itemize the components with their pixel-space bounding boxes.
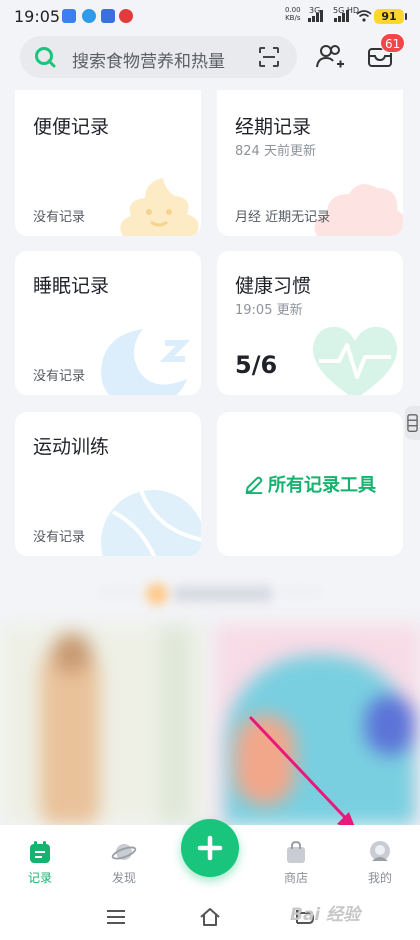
tab-label: 记录: [27, 871, 52, 885]
search-placeholder: 搜索食物营养和热量: [72, 52, 225, 72]
card-title: 睡眠记录: [33, 275, 110, 297]
home-icon[interactable]: [199, 907, 221, 927]
floating-side-handle[interactable]: [405, 406, 420, 440]
profile-icon: [370, 841, 390, 861]
card-update-time: 19:05 更新: [235, 303, 303, 318]
shop-bag-icon: [287, 840, 305, 863]
card-status: 月经 近期无记录: [235, 210, 331, 225]
watermark: Bai 经验: [290, 905, 361, 925]
poop-illustration-icon: [120, 178, 199, 236]
tab-record[interactable]: 记录: [10, 839, 70, 886]
period-record-card[interactable]: 经期记录 824 天前更新 月经 近期无记录: [217, 90, 403, 236]
battery-indicator: 91: [374, 9, 407, 24]
tab-label: 我的: [367, 871, 392, 885]
card-status: 没有记录: [33, 210, 86, 225]
moon-illustration-icon: [101, 329, 191, 395]
message-count-badge: 61: [380, 33, 406, 53]
card-title: 经期记录: [235, 116, 312, 138]
all-tools-label: 所有记录工具: [268, 475, 376, 496]
blurred-section-header: [100, 580, 320, 606]
all-record-tools-card[interactable]: 所有记录工具: [217, 412, 403, 556]
tab-discover[interactable]: 发现: [94, 839, 154, 886]
exercise-record-card[interactable]: 运动训练 没有记录: [15, 412, 201, 556]
browser-app-icon: [82, 9, 96, 23]
add-record-button[interactable]: [181, 819, 239, 877]
menu-icon[interactable]: [105, 907, 127, 927]
scan-icon[interactable]: [257, 45, 281, 69]
calendar-icon: [30, 841, 50, 863]
network-speed: 0.00 KB/s: [285, 6, 301, 22]
signal-icon: [334, 10, 349, 22]
planet-icon: [111, 844, 137, 860]
heartbeat-illustration-icon: [312, 326, 398, 395]
card-update-time: 824 天前更新: [235, 144, 316, 159]
card-title: 健康习惯: [235, 275, 312, 297]
grid-icon: [407, 414, 418, 432]
card-title: 便便记录: [33, 116, 110, 138]
search-icon: [35, 47, 56, 68]
habit-progress: 5/6: [235, 351, 278, 379]
tab-label: 发现: [111, 871, 136, 885]
ball-illustration-icon: [101, 489, 201, 556]
edit-pen-icon: [245, 476, 263, 494]
status-time: 19:05: [14, 7, 61, 26]
bowel-record-card[interactable]: 便便记录 没有记录: [15, 90, 201, 236]
cloud-illustration-icon: [314, 184, 403, 236]
plus-icon: [197, 835, 223, 861]
status-bar: 19:05 0.00 KB/s 3G 5G HD 91: [0, 0, 420, 34]
translate-app-icon: [101, 9, 115, 23]
signal-icon: [308, 10, 323, 22]
search-bar[interactable]: 搜索食物营养和热量: [20, 36, 297, 78]
habit-record-card[interactable]: 健康习惯 19:05 更新 5/6: [217, 251, 403, 395]
wifi-icon: [356, 10, 372, 22]
blurred-banner-left[interactable]: [0, 625, 205, 825]
tab-profile[interactable]: 我的: [350, 839, 410, 886]
card-title: 运动训练: [33, 436, 110, 458]
tab-shop[interactable]: 商店: [266, 839, 326, 886]
annotation-arrow: [249, 716, 357, 832]
add-friend-icon[interactable]: [315, 42, 345, 72]
airplane-app-icon: [62, 9, 76, 23]
tab-label: 商店: [283, 871, 308, 885]
sleep-record-card[interactable]: 睡眠记录 没有记录: [15, 251, 201, 395]
card-status: 没有记录: [33, 530, 86, 545]
card-status: 没有记录: [33, 369, 86, 384]
weibo-app-icon: [119, 9, 133, 23]
